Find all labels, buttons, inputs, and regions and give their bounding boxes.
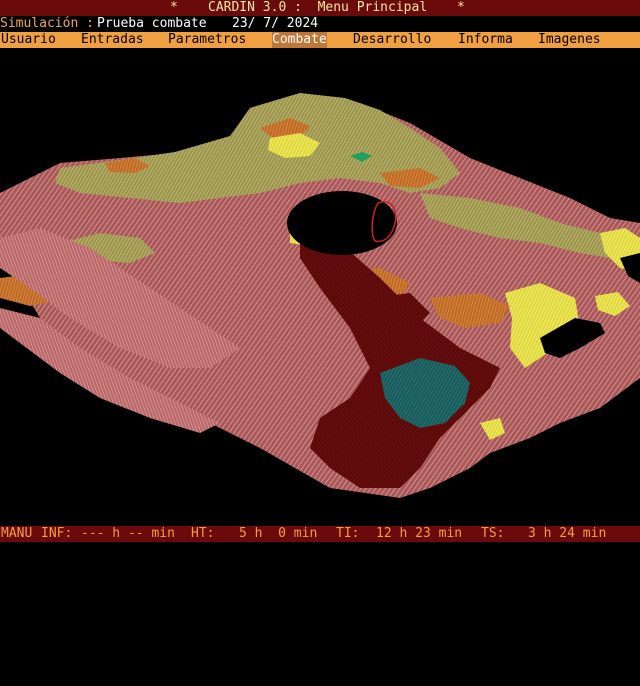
terrain-3d-render [0, 93, 640, 498]
menu-item-desarrollo[interactable]: Desarrollo [353, 32, 431, 48]
title-left-marker: * [170, 0, 178, 15]
simulation-bar: Simulación : Prueba combate 23/ 7/ 2024 [0, 16, 640, 32]
window-title: CARDIN 3.0 : Menu Principal [208, 0, 428, 15]
menu-item-usuario[interactable]: Usuario [1, 32, 56, 48]
status-ht-label: HT: [191, 526, 215, 541]
terrain-viewport[interactable] [0, 48, 640, 526]
status-ti-label: TI: [336, 526, 360, 541]
title-right-marker: * [457, 0, 465, 15]
status-inf-label: INF: [41, 526, 73, 541]
status-inf-value: --- h -- min [81, 526, 175, 541]
title-bar: * CARDIN 3.0 : Menu Principal * [0, 0, 640, 16]
simulation-label: Simulación : [0, 16, 94, 31]
status-ht-value: 5 h 0 min [239, 526, 318, 541]
simulation-name: Prueba combate [97, 16, 207, 31]
status-bar: MANU INF: --- h -- min HT: 5 h 0 min TI:… [0, 526, 640, 542]
menu-item-imagenes[interactable]: Imagenes [538, 32, 601, 48]
terrain-crater [287, 191, 397, 255]
status-mode: MANU [1, 526, 33, 541]
menu-item-entradas[interactable]: Entradas [81, 32, 144, 48]
main-menu-bar: Usuario Entradas Parametros Combate Desa… [0, 32, 640, 48]
simulation-date: 23/ 7/ 2024 [232, 16, 319, 31]
status-ts-value: 3 h 24 min [528, 526, 607, 541]
menu-item-combate[interactable]: Combate [272, 32, 327, 48]
status-ts-label: TS: [481, 526, 505, 541]
status-ti-value: 12 h 23 min [376, 526, 463, 541]
menu-item-informa[interactable]: Informa [458, 32, 513, 48]
menu-item-parametros[interactable]: Parametros [168, 32, 246, 48]
